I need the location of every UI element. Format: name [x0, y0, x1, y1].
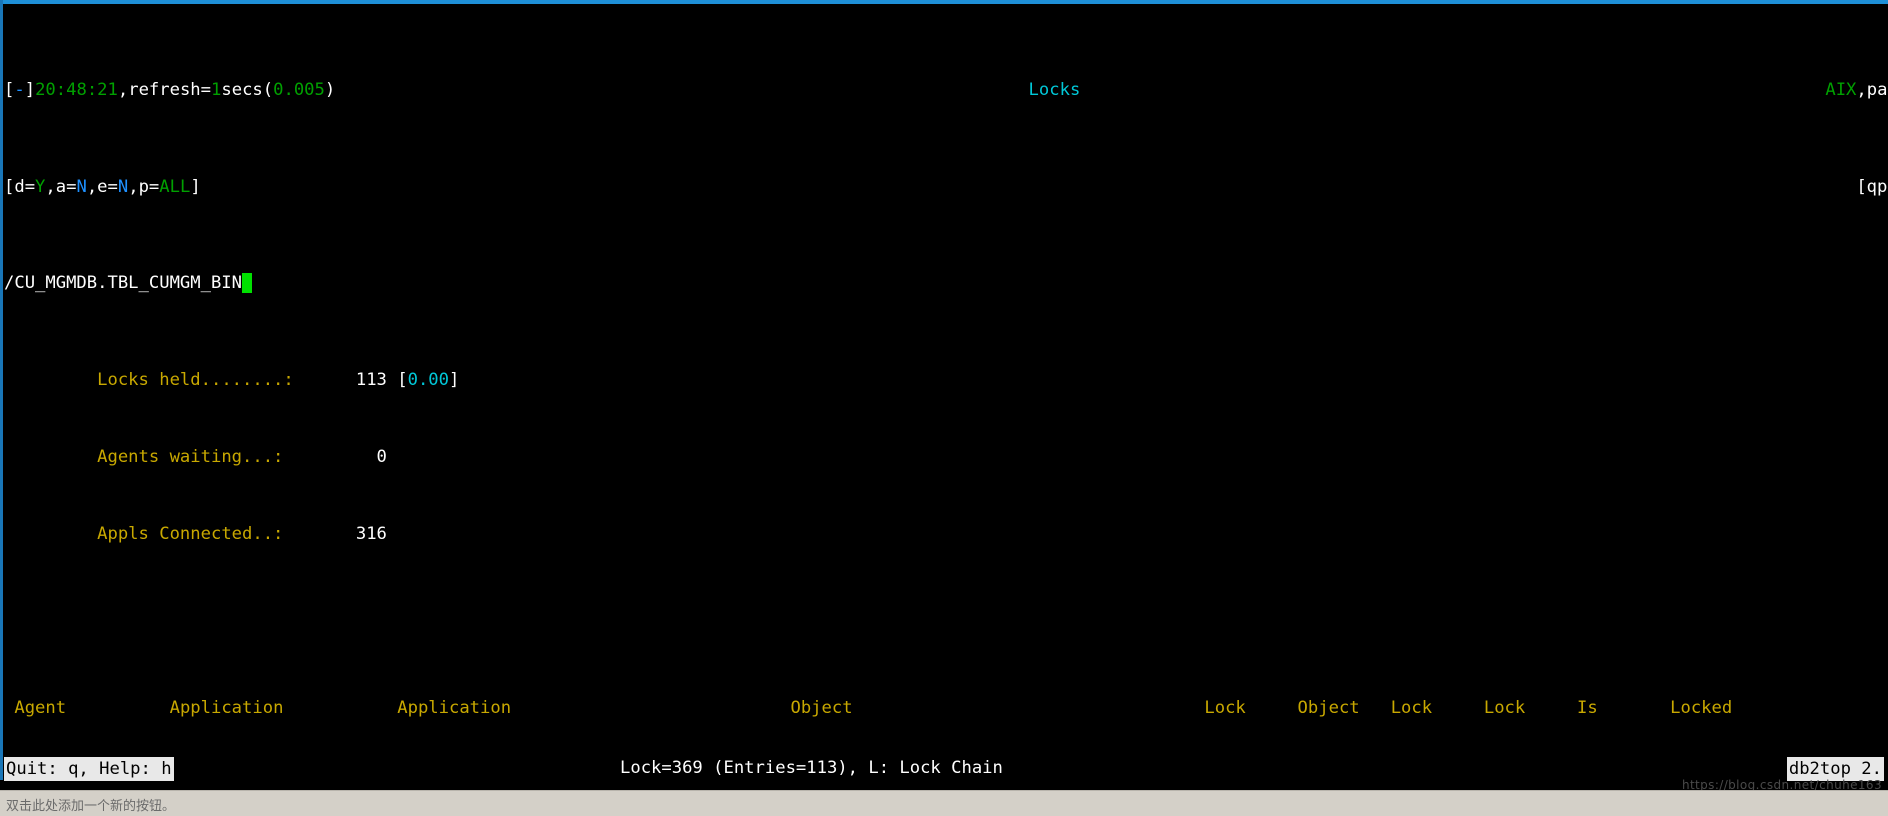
colhdr-pad-9	[1598, 698, 1670, 718]
status-help-hint[interactable]: Quit: q, Help: h	[4, 757, 174, 781]
colhdr-objname-l1: Object	[790, 697, 853, 718]
qp-label: [qp=	[1856, 176, 1888, 197]
collapse-toggle-icon[interactable]: -	[14, 80, 24, 100]
colhdr-lockstatus-l1: Lock	[1390, 697, 1433, 718]
status-lock-summary: Lock=369 (Entries=113), L: Lock Chain	[620, 758, 1003, 778]
colhdr-pad-0	[4, 698, 14, 718]
window-left-border	[0, 0, 3, 780]
header-line-2: [d=Y,a=N,e=N,p=ALL] [qp=off	[4, 176, 1888, 197]
stat-indent-1	[4, 370, 97, 390]
colhdr-pad-4	[853, 698, 1205, 718]
column-header-line-1: Agent Application Application Object Loc…	[4, 697, 1888, 718]
colhdr-lockedby-l1: Locked	[1670, 697, 1733, 718]
header-object-path-line: /CU_MGMDB.TBL_CUMGM_BIN	[4, 273, 1888, 294]
clock-time: 20:48:21	[35, 80, 118, 101]
collapse-toggle-open-bracket: [	[4, 80, 15, 101]
stat-agents-waiting-row: Agents waiting...: 0	[4, 446, 1888, 467]
colhdr-pad-5	[1246, 698, 1298, 718]
stat-gap-1	[294, 370, 356, 390]
stat-appls-connected-label: Appls Connected..:	[97, 524, 284, 545]
stat-locks-held-rate: 0.00	[407, 369, 449, 390]
refresh-interval-value[interactable]: 1	[211, 80, 221, 100]
header-gap-3	[201, 177, 1857, 197]
stat-locks-held-bracket-close: ]	[449, 369, 460, 390]
terminal-content: [-]20:48:21,refresh=1secs(0.005) Locks A…	[4, 4, 1888, 814]
stat-gap-3	[283, 524, 355, 544]
colhdr-pad-7	[1432, 698, 1484, 718]
stat-locks-held-label: Locks held........:	[97, 369, 294, 390]
refresh-unit: secs(	[221, 80, 274, 101]
colhdr-lockmode-l1: Lock	[1204, 697, 1246, 718]
option-a-value[interactable]: N	[76, 177, 86, 197]
text-cursor	[242, 273, 253, 294]
refresh-label: ,refresh=	[117, 80, 212, 101]
status-bar: Quit: q, Help: h Lock=369 (Entries=113),…	[0, 757, 1888, 781]
option-a-label: ,a=	[45, 176, 77, 197]
stat-agents-waiting-label: Agents waiting...:	[97, 446, 284, 467]
stat-locks-held-row: Locks held........: 113 [0.00]	[4, 369, 1888, 390]
stat-locks-held-value: 113	[355, 369, 387, 390]
refresh-elapsed: 0.005	[273, 80, 325, 101]
header-gap-1	[335, 80, 1028, 100]
platform-label: AIX	[1825, 80, 1857, 101]
option-e-label: ,e=	[86, 176, 118, 197]
spacer-row	[4, 602, 1888, 621]
stat-appls-connected-row: Appls Connected..: 316	[4, 524, 1888, 545]
colhdr-isblocker-l1: Is	[1577, 697, 1598, 718]
colhdr-pad-3	[511, 698, 790, 718]
option-d-value[interactable]: Y	[35, 177, 45, 197]
colhdr-appstatus-l1: Application	[397, 697, 512, 718]
object-path: /CU_MGMDB.TBL_CUMGM_BIN	[4, 273, 242, 294]
stat-indent-2	[4, 447, 97, 467]
option-e-value[interactable]: N	[118, 177, 128, 197]
colhdr-pad-2	[283, 698, 397, 718]
colhdr-pad-8	[1525, 698, 1577, 718]
db2top-terminal-window: [-]20:48:21,refresh=1secs(0.005) Locks A…	[0, 0, 1888, 816]
colhdr-agent-l1: Agent	[14, 697, 67, 718]
stat-agents-waiting-value: 0	[376, 446, 387, 467]
taskbar-hint-text: 双击此处添加一个新的按钮。	[6, 799, 176, 814]
colhdr-lockcount-l1: Lock	[1483, 697, 1526, 718]
refresh-close-paren: )	[324, 80, 336, 101]
option-p-value[interactable]: ALL	[159, 177, 190, 197]
collapse-toggle-close-bracket: ]	[24, 80, 36, 101]
desktop-taskbar[interactable]: 双击此处添加一个新的按钮。	[0, 790, 1888, 816]
screen-title: Locks	[1028, 80, 1081, 101]
stat-locks-held-bracket-open: [	[386, 369, 408, 390]
partition-comma: ,	[1856, 80, 1867, 101]
stat-appls-connected-value: 316	[355, 524, 387, 545]
header-line-1: [-]20:48:21,refresh=1secs(0.005) Locks A…	[4, 81, 1888, 100]
option-p-label: ,p=	[128, 176, 160, 197]
colhdr-pad-6	[1360, 698, 1391, 718]
colhdr-pad-1	[66, 698, 169, 718]
stat-gap-2	[283, 447, 376, 467]
options-suffix: ]	[190, 176, 201, 197]
partition-label: part=[	[1866, 80, 1888, 101]
colhdr-appname-l1: Application	[169, 697, 284, 718]
stat-indent-3	[4, 524, 97, 544]
header-gap-2	[1080, 80, 1825, 100]
options-prefix: [d=	[4, 176, 36, 197]
colhdr-objtype-l1: Object	[1297, 697, 1360, 718]
